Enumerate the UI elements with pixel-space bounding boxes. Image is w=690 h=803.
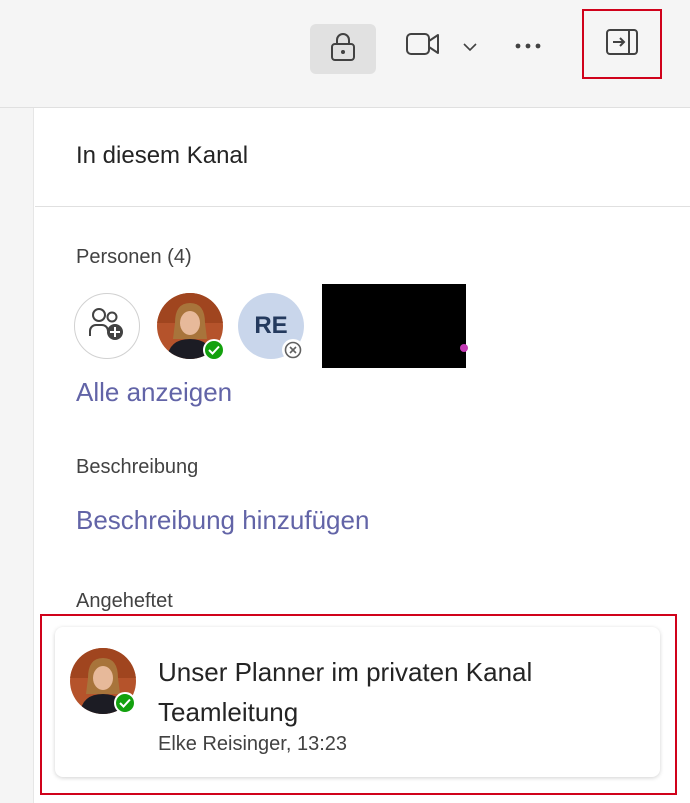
people-label: Personen (4) [76,246,192,268]
pinned-label: Angeheftet [76,590,173,612]
avatar[interactable] [157,293,225,361]
redacted-region [322,284,466,368]
lock-button[interactable] [310,24,376,74]
panel-title: In diesem Kanal [76,142,249,169]
add-description-link[interactable]: Beschreibung hinzufügen [76,505,369,536]
more-options-button[interactable] [504,24,552,68]
collapse-panel-button[interactable] [582,9,662,79]
left-rail [0,108,34,803]
description-label: Beschreibung [76,456,199,478]
more-icon [514,37,542,55]
lock-icon [330,32,356,67]
chevron-down-icon [462,39,478,57]
offline-status-icon [282,339,304,361]
available-status-icon [114,692,136,714]
status-dot [460,344,468,352]
avatar-initials: RE [254,312,288,339]
pinned-message-title[interactable]: Unser Planner im privaten Kanal Teamleit… [158,652,638,732]
video-call-button[interactable] [398,24,448,68]
divider [35,206,690,207]
avatar [70,648,136,714]
channel-toolbar [0,0,690,108]
show-all-link[interactable]: Alle anzeigen [76,377,232,408]
available-status-icon [203,339,225,361]
video-options-button[interactable] [455,30,485,66]
collapse-panel-icon [605,28,639,61]
pinned-message-meta: Elke Reisinger, 13:23 [158,733,348,755]
add-person-icon [88,306,126,347]
add-person-button[interactable] [74,293,140,359]
video-camera-icon [405,31,441,62]
avatar[interactable]: RE [238,293,304,361]
